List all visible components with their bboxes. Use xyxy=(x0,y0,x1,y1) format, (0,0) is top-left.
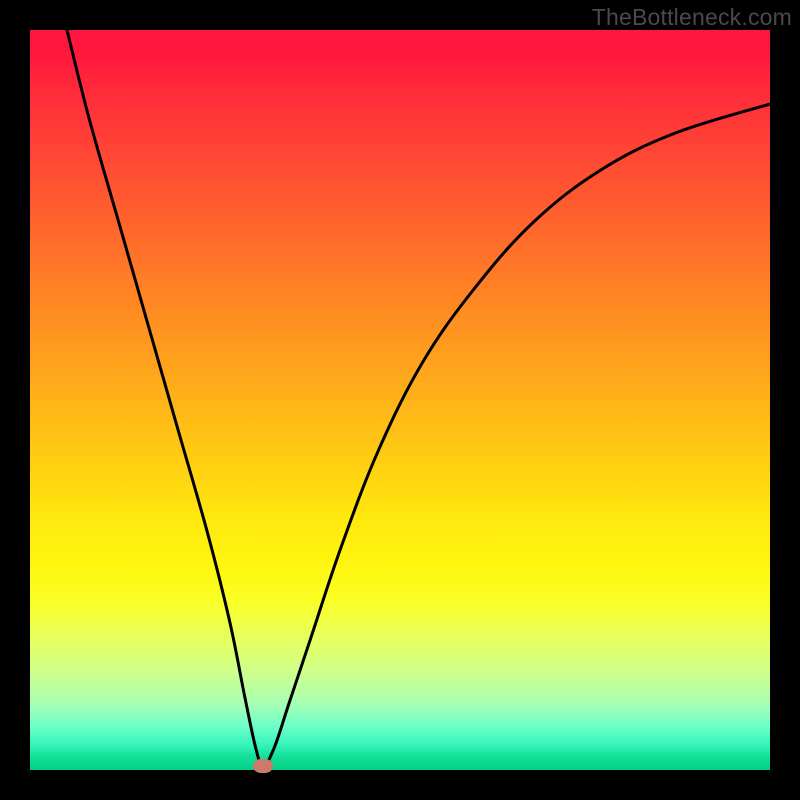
watermark-text: TheBottleneck.com xyxy=(592,4,792,31)
curve-svg xyxy=(30,30,770,770)
plot-area xyxy=(30,30,770,770)
bottleneck-curve xyxy=(67,30,770,766)
optimal-marker xyxy=(253,759,273,773)
chart-frame: TheBottleneck.com xyxy=(0,0,800,800)
